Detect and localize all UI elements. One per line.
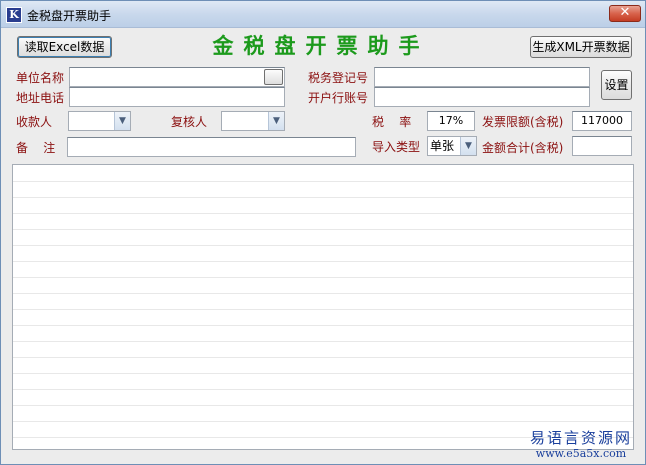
payee-select[interactable]: ▼ (68, 111, 131, 131)
invoice-limit-value: 117000 (581, 114, 623, 127)
address-phone-label: 地址电话 (16, 91, 65, 105)
grid-row-line (13, 293, 633, 294)
tax-reg-label: 税务登记号 (308, 71, 369, 85)
payee-label: 收款人 (16, 115, 53, 129)
grid-row-line (13, 229, 633, 230)
close-icon: ✕ (619, 5, 631, 20)
reviewer-label: 复核人 (171, 115, 208, 129)
grid-row-line (13, 213, 633, 214)
invoice-limit-label: 发票限额(含税) (482, 115, 564, 129)
app-heading: 金税盘开票助手 (212, 33, 430, 58)
grid-row-line (13, 261, 633, 262)
chevron-down-icon[interactable]: ▼ (460, 137, 476, 155)
import-type-select[interactable]: 单张 ▼ (427, 136, 477, 156)
grid-row-line (13, 309, 633, 310)
watermark-chinese: 易语言资源网 (529, 429, 632, 447)
generate-xml-button[interactable]: 生成XML开票数据 (530, 36, 632, 58)
reviewer-select[interactable]: ▼ (221, 111, 285, 131)
bank-account-label: 开户行账号 (308, 91, 369, 105)
chevron-down-icon[interactable]: ▼ (268, 112, 284, 130)
bank-account-input[interactable] (374, 87, 590, 107)
grid-row-line (13, 277, 633, 278)
total-amount-input[interactable] (572, 136, 632, 156)
total-amount-label: 金额合计(含税) (482, 141, 564, 155)
grid-row-line (13, 389, 633, 390)
grid-row-line (13, 341, 633, 342)
tax-rate-value: 17% (438, 114, 464, 127)
remarks-input[interactable] (67, 137, 356, 157)
company-name-input[interactable] (69, 67, 285, 87)
window-title: 金税盘开票助手 (27, 9, 112, 23)
grid-row-line (13, 245, 633, 246)
grid-row-line (13, 421, 633, 422)
grid-row-line (13, 181, 633, 182)
remarks-label: 备 注 (16, 141, 56, 155)
invoice-limit-input[interactable]: 117000 (572, 111, 632, 131)
grid-row-line (13, 405, 633, 406)
company-name-label: 单位名称 (16, 71, 65, 85)
chevron-down-icon[interactable]: ▼ (114, 112, 130, 130)
read-excel-button[interactable]: 读取Excel数据 (17, 36, 112, 58)
company-lookup-button[interactable] (264, 69, 283, 85)
watermark: 易语言资源网 www.e5a5x.com (521, 429, 641, 461)
watermark-url: www.e5a5x.com (535, 447, 627, 460)
import-type-value: 单张 (430, 139, 455, 153)
tax-rate-input[interactable]: 17% (427, 111, 475, 131)
tax-reg-input[interactable] (374, 67, 590, 87)
grid-row-line (13, 373, 633, 374)
address-phone-input[interactable] (69, 87, 285, 107)
grid-row-line (13, 325, 633, 326)
settings-button[interactable]: 设置 (601, 70, 632, 100)
tax-rate-label: 税 率 (372, 115, 412, 129)
close-button[interactable]: ✕ (609, 5, 641, 22)
grid-row-line (13, 357, 633, 358)
import-type-label: 导入类型 (372, 140, 421, 154)
grid-row-line (13, 197, 633, 198)
main-window: K 金税盘开票助手 ✕ 读取Excel数据 金税盘开票助手 生成XML开票数据 … (0, 0, 646, 465)
title-bar[interactable]: K 金税盘开票助手 ✕ (1, 1, 645, 28)
invoice-data-grid[interactable] (12, 164, 634, 450)
app-icon: K (6, 7, 22, 23)
